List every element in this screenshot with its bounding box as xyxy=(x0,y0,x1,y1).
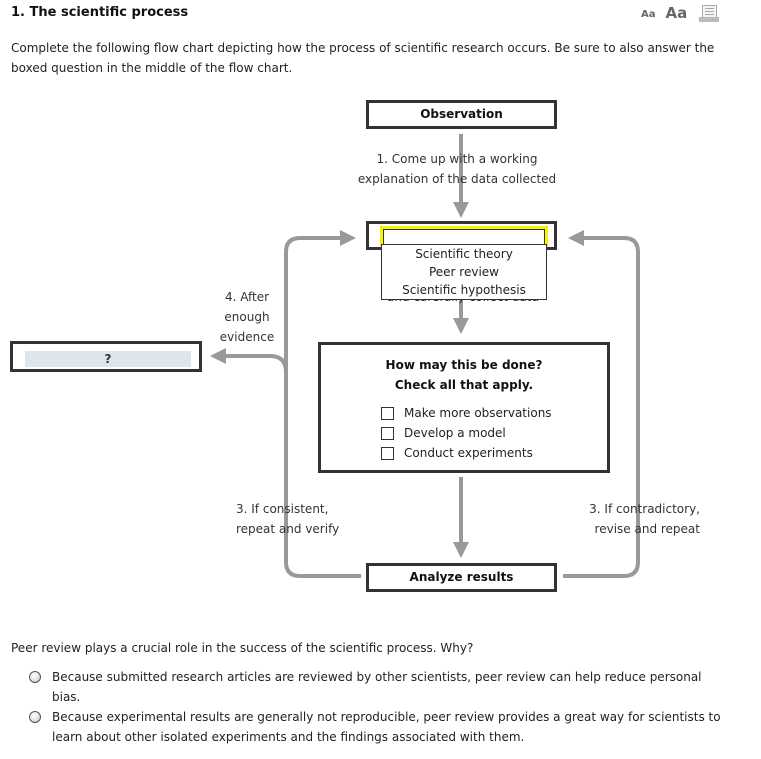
radio-button[interactable] xyxy=(29,671,41,683)
dropdown-option[interactable]: Scientific hypothesis xyxy=(382,281,546,299)
contradictory-label: 3. If contradictory, revise and repeat xyxy=(589,502,700,536)
checkbox[interactable] xyxy=(381,406,394,420)
consistent-label: 3. If consistent, repeat and verify xyxy=(236,502,340,536)
checkbox-option[interactable]: Make more observations xyxy=(381,403,552,423)
analyze-label: Analyze results xyxy=(409,570,514,584)
question-line2: Check all that apply. xyxy=(394,378,534,392)
checkbox-option[interactable]: Develop a model xyxy=(381,423,552,443)
answer-option[interactable]: Because submitted research articles are … xyxy=(29,667,729,707)
question-line1: How may this be done? xyxy=(385,358,543,372)
dropdown-option[interactable]: Scientific theory xyxy=(382,245,546,263)
flowchart-arrows xyxy=(210,134,640,578)
how-question-box: How may this be done? Check all that app… xyxy=(318,342,610,473)
step1-label: 1. Come up with a working explanation of… xyxy=(357,152,557,186)
radio-button[interactable] xyxy=(29,711,41,723)
observation-box: Observation xyxy=(366,100,557,129)
hypothesis-dropdown[interactable] xyxy=(380,226,548,247)
checkbox[interactable] xyxy=(381,426,394,440)
arrow-evidence-to-conclusion xyxy=(210,348,288,373)
dropdown-options-list[interactable]: Scientific theory Peer review Scientific… xyxy=(381,244,547,300)
conclusion-answer-box[interactable]: ? xyxy=(10,341,202,372)
peer-review-question: Peer review plays a crucial role in the … xyxy=(11,641,474,655)
checkbox-option[interactable]: Conduct experiments xyxy=(381,443,552,463)
analyze-results-box: Analyze results xyxy=(366,563,557,592)
conclusion-placeholder[interactable]: ? xyxy=(25,351,191,367)
checkbox[interactable] xyxy=(381,446,394,460)
dropdown-option[interactable]: Peer review xyxy=(382,263,546,281)
answer-option[interactable]: Because experimental results are general… xyxy=(29,707,729,747)
checkbox-group: Make more observations Develop a model C… xyxy=(381,403,552,463)
step4-label: 4. After enough evidence xyxy=(219,290,275,344)
observation-label: Observation xyxy=(420,107,503,121)
